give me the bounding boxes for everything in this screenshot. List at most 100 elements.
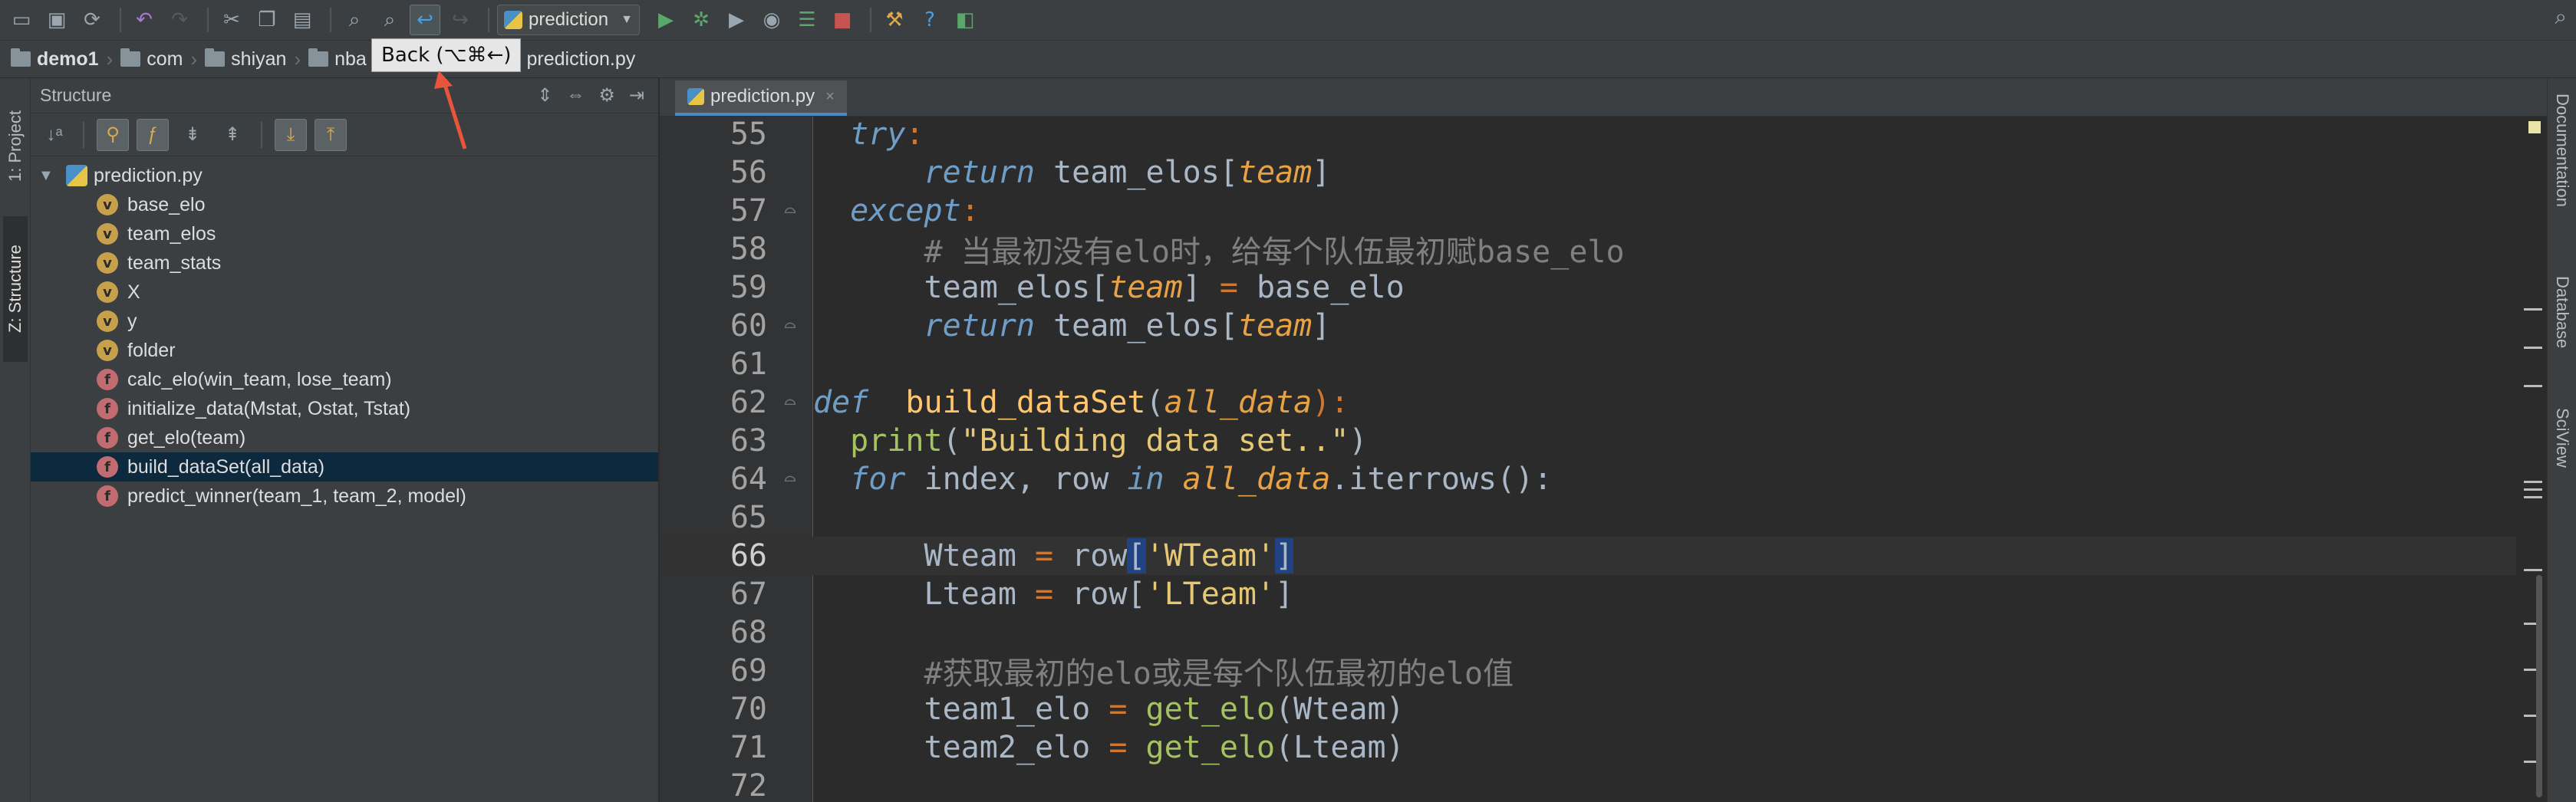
stripe-mark[interactable] (2524, 308, 2542, 311)
sync-icon[interactable]: ⟳ (77, 5, 107, 35)
code-line[interactable]: 62 ⌓ def build_dataSet(all_data): (660, 383, 2516, 422)
tree-item[interactable]: f predict_winner(team_1, team_2, model) (31, 482, 658, 511)
coverage-icon[interactable]: ▶ (721, 5, 752, 35)
close-icon[interactable]: × (825, 88, 835, 106)
show-functions-icon[interactable]: ƒ (137, 118, 169, 151)
code-line[interactable]: 71 team2_elo = get_elo(Lteam) (660, 728, 2516, 767)
code-line[interactable]: 61 (660, 345, 2516, 383)
code-line[interactable]: 72 (660, 767, 2516, 802)
autoscroll-from-source-icon[interactable]: ⤒ (315, 118, 347, 151)
collapse-all-icon[interactable]: ⇔ (566, 84, 585, 107)
save-icon[interactable]: ▣ (41, 5, 72, 35)
code-line[interactable]: 63 print("Building data set..") (660, 422, 2516, 460)
cut-icon[interactable]: ✂ (216, 5, 247, 35)
hide-panel-icon[interactable]: ⇥ (629, 84, 644, 107)
tree-item[interactable]: v folder (31, 336, 658, 365)
code-line[interactable]: 57 ⌓ except: (660, 192, 2516, 230)
code-line-current[interactable]: 66 Wteam = row['WTeam'] (660, 537, 2516, 575)
tree-item[interactable]: v team_stats (31, 248, 658, 278)
tree-item[interactable]: f build_dataSet(all_data) (31, 452, 658, 482)
breadcrumb-item-com[interactable]: com (120, 48, 183, 71)
sdk-icon[interactable]: ◧ (950, 5, 980, 35)
code-line[interactable]: 65 (660, 498, 2516, 537)
code-line[interactable]: 59 team_elos[team] = base_elo (660, 268, 2516, 307)
vertical-scrollbar[interactable] (2536, 575, 2542, 797)
back-icon[interactable]: ↩ (410, 5, 440, 35)
code-line[interactable]: 69 #获取最初的elo或是每个队伍最初的elo值 (660, 652, 2516, 692)
code-line[interactable]: 55 try: (660, 117, 2516, 153)
tree-item[interactable]: f get_elo(team) (31, 423, 658, 452)
stripe-mark[interactable] (2524, 481, 2542, 483)
undo-icon[interactable]: ↶ (129, 5, 160, 35)
breadcrumb-item-shiyan[interactable]: shiyan (205, 48, 286, 71)
tab-database[interactable]: Database (2551, 276, 2574, 383)
autoscroll-to-source-icon[interactable]: ⤓ (275, 118, 307, 151)
stripe-mark[interactable] (2524, 488, 2542, 491)
function-icon: f (97, 369, 118, 390)
collapse-icon[interactable]: ⇞ (216, 119, 249, 151)
code-line[interactable]: 60 ⌓ return team_elos[team] (660, 307, 2516, 345)
forward-icon[interactable]: ↪ (445, 5, 476, 35)
run-configuration-select[interactable]: prediction ▼ (497, 5, 640, 35)
search-icon[interactable]: ⌕ (2555, 5, 2567, 30)
operator: = (1219, 270, 1238, 305)
open-folder-icon[interactable]: ▭ (6, 5, 37, 35)
expand-icon[interactable]: ⇟ (176, 119, 209, 151)
find-icon[interactable]: ⌕ (339, 5, 370, 35)
tab-documentation[interactable]: Documentation (2551, 94, 2574, 247)
line-number: 64 (730, 462, 767, 497)
fold-marker-icon[interactable]: ⌓ (767, 200, 813, 222)
tree-item[interactable]: v team_elos (31, 219, 658, 248)
tab-prediction-py[interactable]: prediction.py × (675, 81, 847, 116)
help-icon[interactable]: ? (914, 5, 945, 35)
redo-icon[interactable]: ↷ (164, 5, 195, 35)
copy-icon[interactable]: ❐ (252, 5, 282, 35)
breadcrumb-item-nba[interactable]: nba (308, 48, 367, 71)
run-icon[interactable]: ▶ (651, 5, 681, 35)
stop-icon[interactable]: ■ (827, 5, 858, 35)
fold-marker-icon[interactable]: ⌓ (767, 392, 813, 413)
tree-item[interactable]: f calc_elo(win_team, lose_team) (31, 365, 658, 394)
show-fields-icon[interactable]: ⚲ (97, 118, 129, 151)
tab-project[interactable]: 1: Project (3, 89, 28, 204)
breadcrumb-separator: › (190, 47, 198, 71)
replace-icon[interactable]: ⌕ (374, 5, 405, 35)
tree-root[interactable]: ▼ prediction.py (31, 161, 658, 190)
string-literal: "Building data set.." (960, 423, 1349, 459)
stripe-mark[interactable] (2524, 496, 2542, 498)
code-text: ] (1312, 308, 1331, 343)
line-number: 70 (730, 692, 767, 727)
code-line[interactable]: 64 ⌓ for index, row in all_data.iterrows(… (660, 460, 2516, 498)
chevron-down-icon: ▼ (621, 13, 633, 26)
code-area[interactable]: 55 try: 56 return team_elos[team] 57 ⌓ ex… (660, 117, 2547, 802)
build-icon[interactable]: ☰ (792, 5, 822, 35)
fold-marker-icon[interactable]: ⌓ (767, 468, 813, 490)
breadcrumb-item-file[interactable]: prediction.py (503, 48, 635, 71)
debug-icon[interactable]: ✲ (686, 5, 716, 35)
breadcrumb-item-demo1[interactable]: demo1 (11, 48, 99, 71)
stripe-mark[interactable] (2524, 569, 2542, 571)
tab-structure[interactable]: Z: Structure (3, 216, 28, 362)
code-line[interactable]: 68 (660, 613, 2516, 652)
sort-alpha-icon[interactable]: ↓ᵃ (38, 119, 71, 151)
tree-item[interactable]: v base_elo (31, 190, 658, 219)
tree-item[interactable]: f initialize_data(Mstat, Ostat, Tstat) (31, 394, 658, 423)
code-line[interactable]: 56 return team_elos[team] (660, 153, 2516, 192)
code-line[interactable]: 67 Lteam = row['LTeam'] (660, 575, 2516, 613)
tab-sciview[interactable]: SciView (2551, 408, 2574, 508)
expand-all-icon[interactable]: ⇕ (537, 84, 552, 107)
settings-icon[interactable]: ⚒ (879, 5, 910, 35)
variable-icon: v (97, 194, 118, 215)
code-line[interactable]: 70 team1_elo = get_elo(Wteam) (660, 690, 2516, 728)
structure-title: Structure (40, 85, 112, 105)
profile-icon[interactable]: ◉ (756, 5, 787, 35)
stripe-mark[interactable] (2524, 385, 2542, 387)
paste-icon[interactable]: ▤ (287, 5, 318, 35)
chevron-down-icon[interactable]: ▼ (38, 167, 66, 185)
gear-icon[interactable]: ⚙ (598, 84, 615, 107)
fold-marker-icon[interactable]: ⌓ (767, 315, 813, 337)
tree-item[interactable]: vy (31, 307, 658, 336)
stripe-mark[interactable] (2524, 347, 2542, 349)
code-line[interactable]: 58 # 当最初没有elo时，给每个队伍最初赋base_elo (660, 230, 2516, 270)
tree-item[interactable]: vX (31, 278, 658, 307)
